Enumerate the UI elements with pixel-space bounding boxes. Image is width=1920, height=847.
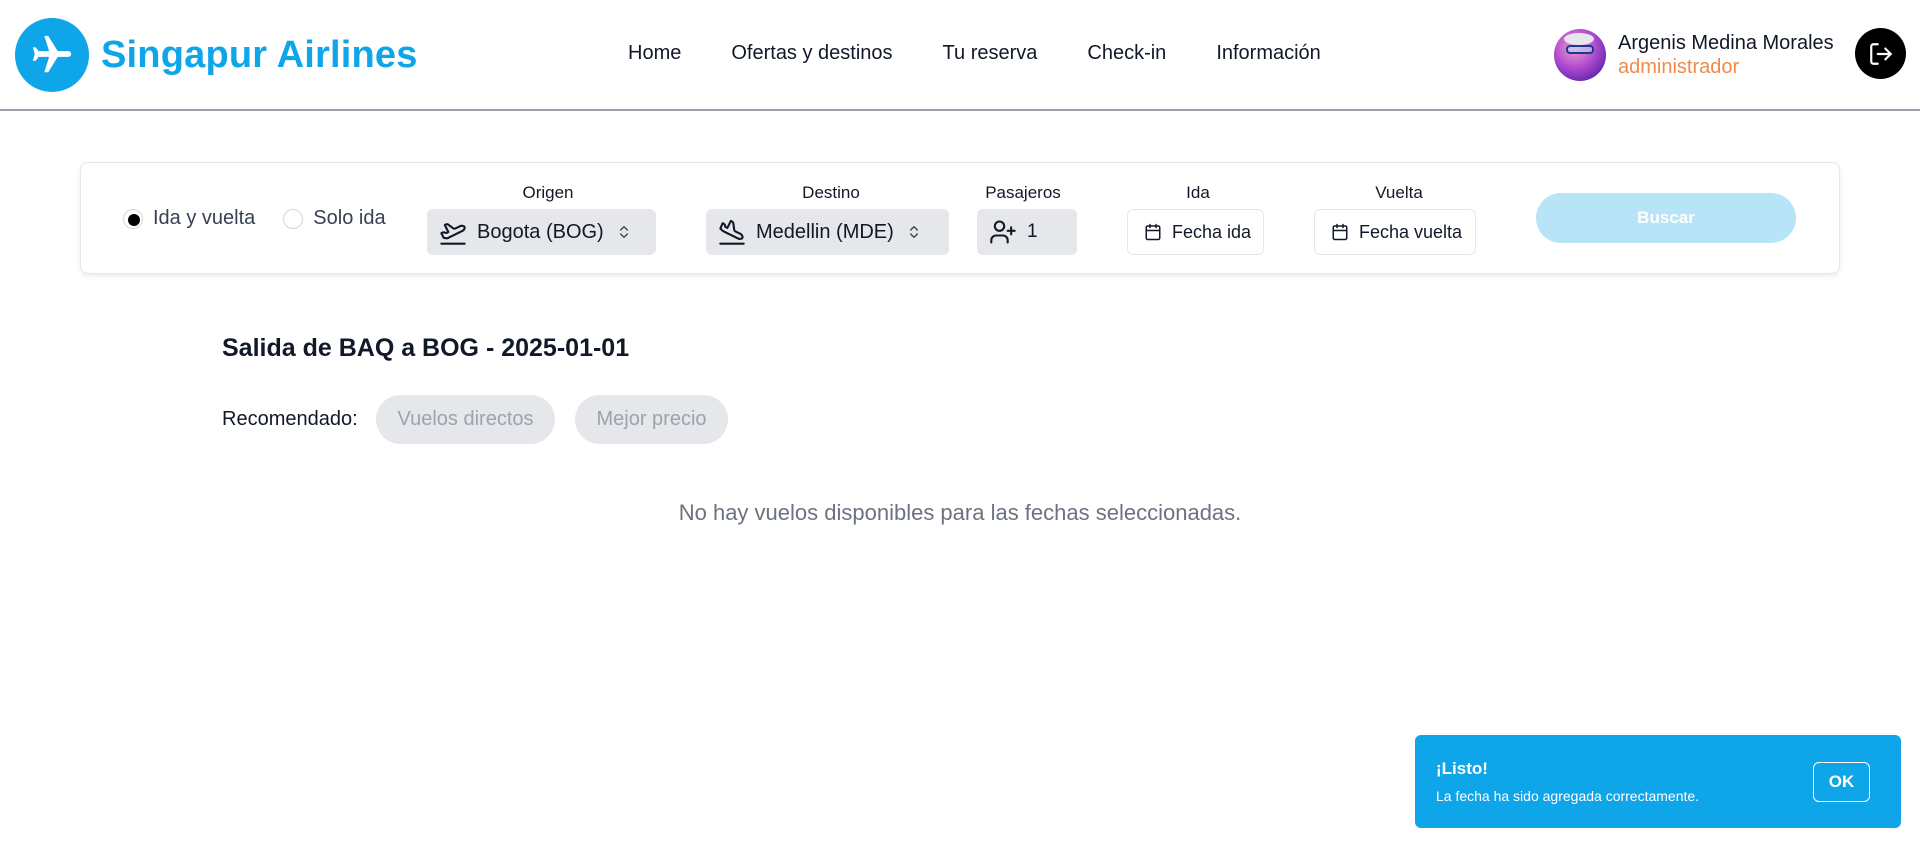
main-nav: Home Ofertas y destinos Tu reserva Check… <box>628 42 1371 65</box>
recommended-label: Recomendado: <box>222 408 358 430</box>
user-name: Argenis Medina Morales <box>1618 32 1834 54</box>
trip-type-group: Ida y vuelta Solo ida <box>123 207 414 230</box>
return-value: Fecha vuelta <box>1359 221 1463 242</box>
filter-best-price[interactable]: Mejor precio <box>575 395 728 444</box>
passengers-label: Pasajeros <box>985 183 1061 202</box>
plane-landing-icon <box>719 219 745 245</box>
trip-type-oneway[interactable]: Solo ida <box>283 207 386 230</box>
top-header: Singapur Airlines Home Ofertas y destino… <box>0 0 1920 111</box>
search-button[interactable]: Buscar <box>1536 193 1796 243</box>
destination-value: Medellin (MDE) <box>756 220 894 243</box>
nav-item-informacion[interactable]: Información <box>1216 42 1321 65</box>
toast-ok-button[interactable]: OK <box>1813 762 1870 802</box>
passengers-value: 1 <box>1027 221 1038 242</box>
radio-unchecked[interactable] <box>283 208 304 229</box>
plane-takeoff-icon <box>440 223 466 245</box>
departure-date-button[interactable]: Fecha ida <box>1127 209 1264 255</box>
toast-message: La fecha ha sido agregada correctamente. <box>1436 788 1700 804</box>
return-label: Vuelta <box>1375 183 1423 202</box>
return-date-button[interactable]: Fecha vuelta <box>1314 209 1476 255</box>
origin-label: Origen <box>522 183 574 202</box>
origin-select[interactable]: Bogota (BOG) <box>427 209 656 255</box>
destination-label: Destino <box>802 183 860 202</box>
success-toast: ¡Listo! La fecha ha sido agregada correc… <box>1415 735 1901 828</box>
passengers-input[interactable]: 1 <box>977 209 1077 255</box>
empty-results-message: No hay vuelos disponibles para las fecha… <box>678 500 1242 525</box>
results-title: Salida de BAQ a BOG - 2025-01-01 <box>222 334 630 362</box>
calendar-icon <box>1145 223 1161 241</box>
departure-value: Fecha ida <box>1172 221 1252 242</box>
user-profile[interactable]: Argenis Medina Morales administrador <box>1554 29 1834 81</box>
user-role: administrador <box>1618 56 1740 78</box>
logout-icon <box>1869 42 1892 65</box>
chevron-updown-icon <box>909 226 918 238</box>
origin-value: Bogota (BOG) <box>477 220 604 243</box>
radio-label: Ida y vuelta <box>153 207 256 229</box>
calendar-icon <box>1332 223 1348 241</box>
departure-label: Ida <box>1186 183 1210 202</box>
nav-item-ofertas[interactable]: Ofertas y destinos <box>731 42 892 65</box>
radio-checked[interactable] <box>123 208 143 229</box>
avatar <box>1554 29 1606 81</box>
nav-item-checkin[interactable]: Check-in <box>1087 42 1166 65</box>
chevron-updown-icon <box>619 226 628 238</box>
logout-button[interactable] <box>1855 28 1906 79</box>
nav-item-home[interactable]: Home <box>628 42 681 65</box>
user-plus-icon <box>990 220 1016 244</box>
brand[interactable]: Singapur Airlines <box>15 18 418 92</box>
toast-title: ¡Listo! <box>1436 759 1488 778</box>
airplane-icon <box>15 18 89 92</box>
trip-type-roundtrip[interactable]: Ida y vuelta <box>123 207 255 230</box>
destination-select[interactable]: Medellin (MDE) <box>706 209 949 255</box>
radio-label: Solo ida <box>313 207 386 229</box>
brand-name: Singapur Airlines <box>101 33 418 76</box>
filter-direct-flights[interactable]: Vuelos directos <box>376 395 555 444</box>
flight-search-form: Ida y vuelta Solo ida Origen Bogota (BOG… <box>80 162 1840 274</box>
nav-item-reserva[interactable]: Tu reserva <box>943 42 1038 65</box>
